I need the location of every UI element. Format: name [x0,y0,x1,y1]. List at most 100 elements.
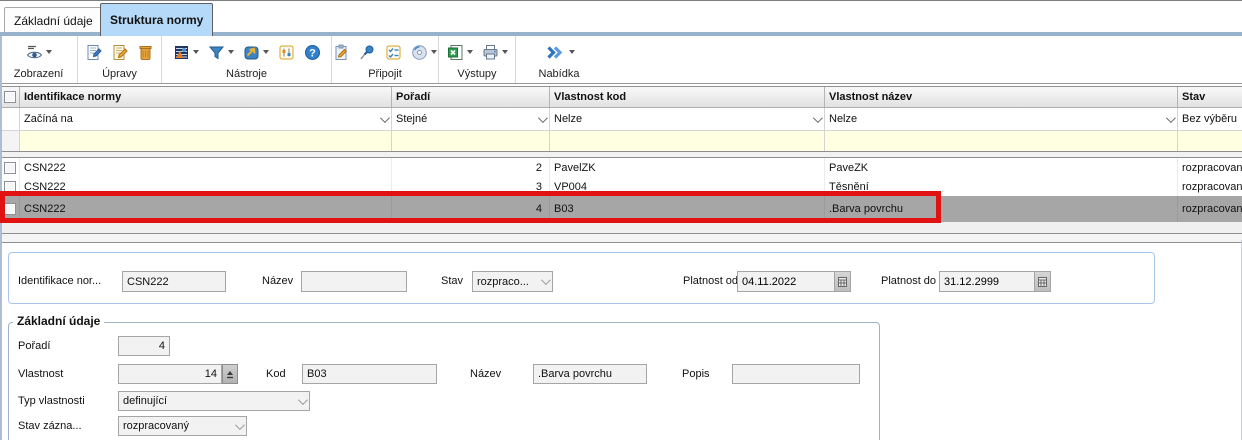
filter-input-cell[interactable] [550,131,825,151]
horizontal-splitter[interactable] [0,233,1242,243]
platnost-do-field[interactable] [939,271,1051,292]
window-left-border [0,36,2,440]
calendar-icon[interactable] [834,272,850,291]
data-table-icon[interactable] [173,44,199,61]
header-cell[interactable]: Pořadí [392,87,550,107]
dropdown-caret-icon[interactable] [467,50,473,54]
typ-vlastnosti-dropdown[interactable]: definující [118,391,310,411]
cell-stav: rozpracovaný [1178,177,1242,196]
filter-operator-dropdown[interactable]: Bez výběru [1178,108,1242,131]
filter-operator-dropdown[interactable]: Nelze [825,108,1178,131]
dropdown-caret-icon[interactable] [569,50,575,54]
row-checkbox[interactable] [4,203,16,215]
select-all-checkbox[interactable] [4,91,16,103]
nazev-field[interactable] [301,271,407,292]
chevron-down-icon [813,113,823,123]
stav-zaznamu-dropdown[interactable]: rozpracovaný [118,416,247,436]
media-icon[interactable] [411,44,437,61]
toolbar-group-nastroje: ? Nástroje [162,36,332,83]
stav-label: Stav [441,275,463,287]
platnost-od-input[interactable] [738,272,834,291]
identifikace-field[interactable] [122,271,226,292]
cell-vlastnost-nazev: PaveZK [825,158,1178,177]
toolbar-group-label: Úpravy [102,68,137,83]
row-checkbox[interactable] [4,162,16,174]
toolbar-group-zobrazeni: Zobrazení [0,36,78,83]
platnost-do-input[interactable] [940,272,1034,291]
platnost-od-label: Platnost od [683,275,738,287]
toolbar-group-pripojit: Připojit [332,36,439,83]
edit-record-icon[interactable] [111,44,128,61]
svg-text:?: ? [309,47,316,59]
menu-chevrons-icon[interactable] [544,44,575,61]
new-record-icon[interactable] [85,44,102,61]
toolbar-group-label: Výstupy [457,68,496,83]
dropdown-caret-icon[interactable] [263,50,269,54]
chevron-down-icon [541,275,551,285]
platnost-od-field[interactable] [737,271,851,292]
stav-dropdown[interactable]: rozpraco... [472,271,553,292]
cell-identifikace: CSN222 [20,177,392,196]
dropdown-caret-icon[interactable] [431,50,437,54]
filter-operator-dropdown[interactable]: Začíná na [20,108,392,131]
note-icon[interactable] [333,44,350,61]
toolbar-group-label: Nástroje [226,68,267,83]
pin-icon[interactable] [359,44,376,61]
eye-view-icon[interactable] [26,44,52,61]
vlastnost-field[interactable] [118,364,222,384]
groupbox-title: Základní údaje [13,314,104,328]
filter-operator-dropdown[interactable]: Nelze [550,108,825,131]
settings-sliders-icon[interactable] [278,44,295,61]
toolbar-group-label: Zobrazení [14,68,64,83]
toolbar-group-label: Nabídka [539,68,580,83]
dropdown-caret-icon[interactable] [502,50,508,54]
table-row-selected[interactable]: CSN222 4 B03 .Barva povrchu rozpracovaný [0,196,1242,222]
toolbar-group-vystupy: Výstupy [439,36,516,83]
grid-filter-input-row [0,131,1242,151]
excel-export-icon[interactable] [447,44,473,61]
filter-funnel-icon[interactable] [208,44,234,61]
tasks-icon[interactable] [385,44,402,61]
navigate-icon[interactable] [243,44,269,61]
platnost-do-label: Platnost do [881,275,936,287]
cell-vlastnost-kod: PavelZK [550,158,825,177]
header-cell[interactable]: Stav [1178,87,1242,107]
group-nazev-field[interactable] [533,364,647,384]
cell-identifikace: CSN222 [20,158,392,177]
kod-field[interactable] [302,364,437,384]
cell-vlastnost-nazev: .Barva povrchu [825,196,1178,222]
table-row[interactable]: CSN222 2 PavelZK PaveZK rozpracovaný [0,158,1242,177]
header-cell-checkbox [0,87,20,107]
dropdown-caret-icon[interactable] [46,50,52,54]
print-icon[interactable] [482,44,508,61]
header-cell[interactable]: Vlastnost název [825,87,1178,107]
filter-input-cell[interactable] [20,131,392,151]
cell-vlastnost-kod: B03 [550,196,825,222]
row-checkbox[interactable] [4,181,16,193]
cell-identifikace: CSN222 [20,196,392,222]
chevron-down-icon [1166,113,1176,123]
cell-poradi: 4 [392,196,550,222]
dropdown-caret-icon[interactable] [228,50,234,54]
tab-struktura-normy[interactable]: Struktura normy [100,3,213,36]
chevron-down-icon [235,420,245,430]
lookup-spinner-button[interactable] [222,364,238,384]
cell-poradi: 2 [392,158,550,177]
poradi-field[interactable] [118,336,170,356]
calendar-icon[interactable] [1034,272,1050,291]
chevron-down-icon [538,113,548,123]
delete-record-icon[interactable] [137,44,154,61]
popis-field[interactable] [732,364,860,384]
dropdown-caret-icon[interactable] [193,50,199,54]
filter-input-cell[interactable] [825,131,1178,151]
identifikace-label: Identifikace nor... [18,275,101,287]
typ-vlastnosti-label: Typ vlastnosti [18,395,85,407]
filter-input-cell[interactable] [392,131,550,151]
filter-input-cell[interactable] [1178,131,1242,151]
table-row[interactable]: CSN222 3 VP004 Těsnění rozpracovaný [0,177,1242,196]
filter-operator-dropdown[interactable]: Stejné [392,108,550,131]
header-cell[interactable]: Identifikace normy [20,87,392,107]
header-cell[interactable]: Vlastnost kod [550,87,825,107]
tab-zakladni-udaje[interactable]: Základní údaje [4,7,103,33]
help-icon[interactable]: ? [304,44,321,61]
